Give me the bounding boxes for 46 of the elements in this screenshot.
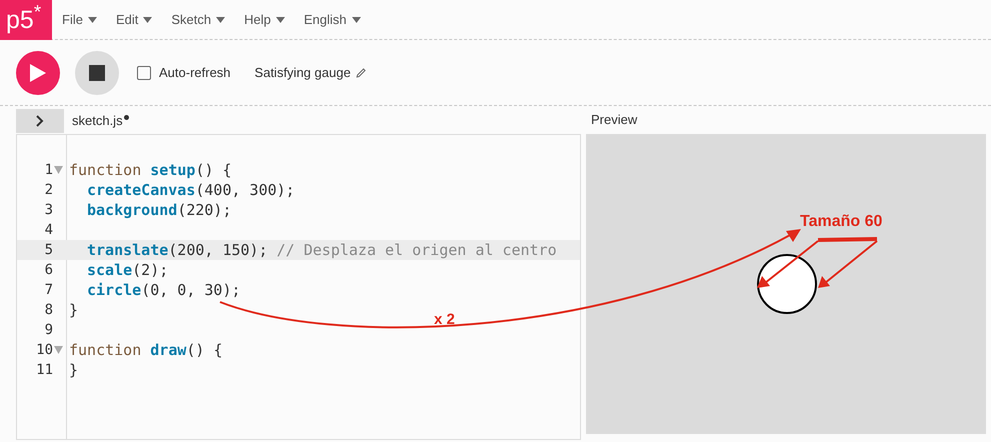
pencil-icon[interactable] (356, 68, 366, 78)
code-line: createCanvas(400, 300); (87, 180, 295, 201)
size-label: Tamaño 60 (800, 212, 882, 232)
code-line: circle(0, 0, 30); (87, 280, 241, 301)
line-number: 5 (44, 240, 53, 260)
sketch-name[interactable]: Satisfying gauge (254, 62, 351, 82)
line-number: 7 (44, 280, 53, 300)
auto-refresh-checkbox[interactable] (137, 66, 151, 80)
code-line: function setup() { (69, 160, 232, 181)
play-button[interactable] (16, 50, 60, 94)
auto-refresh-label: Auto-refresh (159, 64, 231, 82)
line-number: 1 (44, 160, 53, 180)
stop-icon (89, 64, 105, 80)
chevron-right-icon (36, 115, 44, 127)
code-line: } (69, 360, 78, 381)
file-tab[interactable]: sketch.js (72, 111, 123, 131)
caret-icon (216, 16, 226, 22)
multiplier-label: x 2 (434, 310, 455, 330)
line-number: 9 (44, 320, 53, 340)
line-number: 4 (44, 220, 53, 240)
caret-icon (352, 16, 360, 22)
line-number: 6 (44, 260, 53, 280)
play-icon (30, 64, 46, 82)
menu-item[interactable]: Sketch (171, 10, 226, 30)
line-number: 3 (44, 200, 53, 220)
code-line: translate(200, 150); // Desplaza el origen al centro (87, 240, 557, 261)
caret-icon (88, 16, 97, 22)
circle-shape (757, 254, 817, 314)
menu-item[interactable]: Edit (116, 10, 152, 30)
menu-item[interactable]: English (304, 10, 360, 30)
line-number: 10 (35, 340, 53, 360)
caret-icon (143, 16, 152, 22)
expand-sidebar-button[interactable] (16, 109, 64, 133)
caret-icon (276, 16, 285, 22)
line-number: 11 (35, 360, 53, 380)
stop-button[interactable] (75, 50, 119, 94)
menu-item[interactable]: Help (244, 10, 285, 30)
code-line: scale(2); (87, 260, 168, 281)
logo[interactable]: p5$^{*}$ (0, 0, 52, 40)
preview-label: Preview (591, 111, 638, 130)
line-number: 2 (44, 180, 53, 200)
code-line: function draw() { (69, 340, 223, 361)
line-number: 8 (44, 300, 53, 320)
code-line: background(220); (87, 200, 232, 221)
menu-item[interactable]: File (62, 10, 97, 30)
code-line: } (69, 300, 78, 321)
